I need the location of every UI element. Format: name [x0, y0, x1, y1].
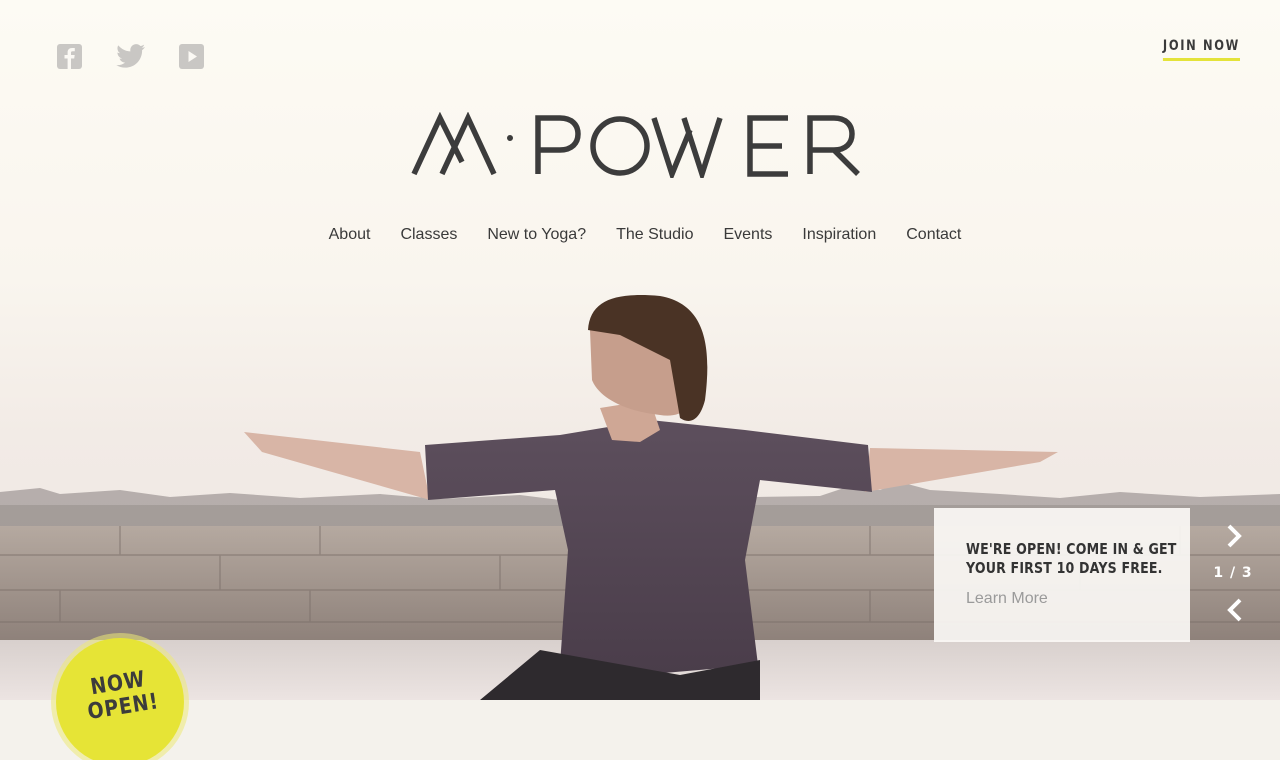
main-nav: About Classes New to Yoga? The Studio Ev… — [0, 226, 1280, 244]
promo-title: WE'RE OPEN! COME IN & GET YOUR FIRST 10 … — [966, 540, 1193, 578]
promo-title-line-1: WE'RE OPEN! COME IN & GET — [966, 540, 1177, 558]
nav-item-events[interactable]: Events — [723, 226, 772, 244]
slider-prev-arrow-icon[interactable] — [1223, 597, 1247, 623]
nav-item-classes[interactable]: Classes — [400, 226, 457, 244]
nav-item-inspiration[interactable]: Inspiration — [802, 226, 876, 244]
learn-more-link[interactable]: Learn More — [966, 590, 1048, 608]
join-now-button[interactable]: JOIN NOW — [1162, 38, 1240, 61]
promo-card: WE'RE OPEN! COME IN & GET YOUR FIRST 10 … — [934, 508, 1190, 642]
facebook-link[interactable] — [57, 44, 82, 69]
nav-item-new-to-yoga[interactable]: New to Yoga? — [487, 226, 586, 244]
promo-title-line-2: YOUR FIRST 10 DAYS FREE. — [966, 559, 1163, 577]
youtube-link[interactable] — [179, 44, 204, 69]
nav-item-the-studio[interactable]: The Studio — [616, 226, 693, 244]
social-links — [57, 44, 204, 69]
slide-counter: 1 / 3 — [1213, 565, 1253, 581]
twitter-link[interactable] — [116, 44, 145, 69]
nav-item-contact[interactable]: Contact — [906, 226, 961, 244]
youtube-icon — [179, 44, 204, 69]
badge-text: NOW OPEN! — [82, 667, 161, 725]
slider-next-arrow-icon[interactable] — [1222, 523, 1246, 549]
facebook-icon — [57, 44, 82, 69]
content-band — [0, 700, 1280, 760]
now-open-badge: NOW OPEN! — [56, 638, 184, 760]
twitter-icon — [116, 44, 145, 68]
mpower-logo[interactable] — [410, 112, 870, 178]
nav-item-about[interactable]: About — [329, 226, 371, 244]
